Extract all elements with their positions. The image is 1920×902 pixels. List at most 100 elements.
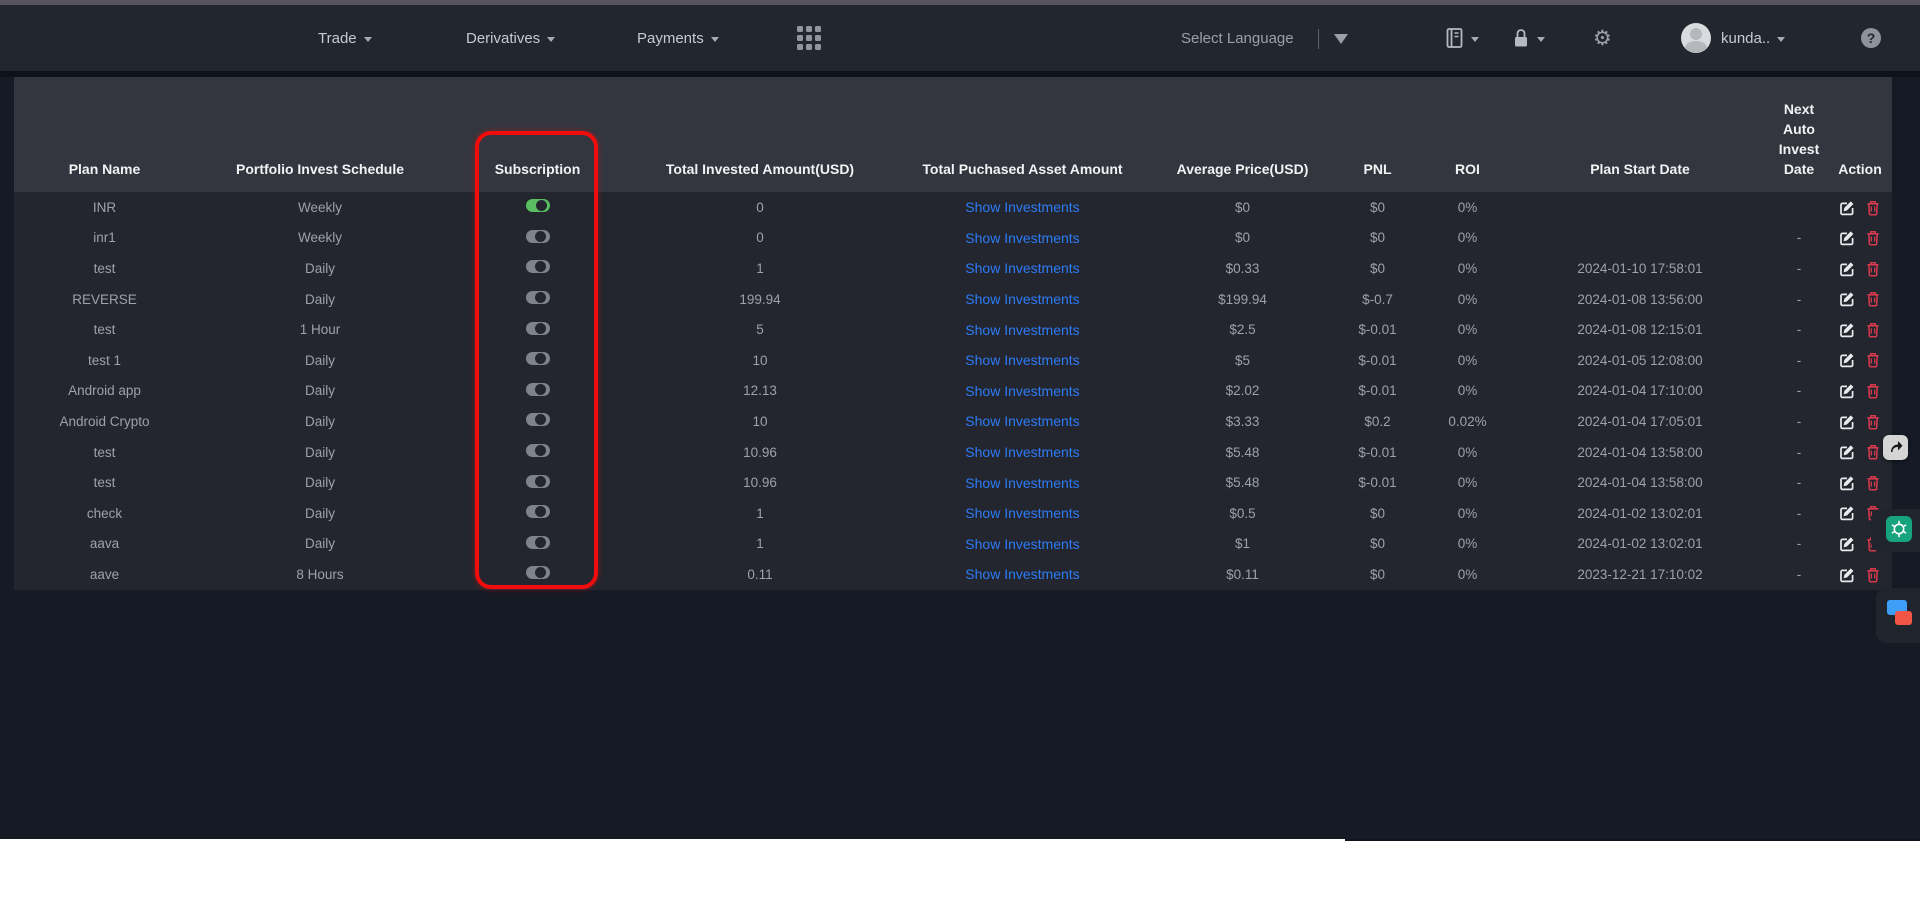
edit-icon[interactable] [1839, 536, 1855, 552]
apps-grid-icon[interactable] [797, 5, 821, 71]
chevron-down-icon [1777, 37, 1785, 46]
table-row: Android app Daily 12.13 Show Investments… [14, 376, 1892, 407]
roi-cell: 0% [1425, 437, 1510, 468]
delete-icon[interactable] [1865, 444, 1881, 460]
action-cell [1828, 376, 1892, 407]
show-investments-link[interactable]: Show Investments [965, 260, 1079, 276]
show-investments-link[interactable]: Show Investments [965, 475, 1079, 491]
edit-icon[interactable] [1839, 414, 1855, 430]
show-investments-link[interactable]: Show Investments [965, 291, 1079, 307]
show-investments-link[interactable]: Show Investments [965, 230, 1079, 246]
plan-start-date-cell: 2024-01-08 12:15:01 [1510, 314, 1770, 345]
subscription-toggle[interactable] [526, 383, 550, 396]
menu-trade[interactable]: Trade [318, 5, 372, 71]
lock-icon[interactable] [1512, 5, 1545, 71]
edit-icon[interactable] [1839, 352, 1855, 368]
show-investments-link[interactable]: Show Investments [965, 413, 1079, 429]
subscription-toggle[interactable] [526, 505, 550, 518]
edit-icon[interactable] [1839, 200, 1855, 216]
delete-icon[interactable] [1865, 230, 1881, 246]
plan-name-cell: test 1 [14, 345, 195, 376]
delete-icon[interactable] [1865, 200, 1881, 216]
subscription-toggle[interactable] [526, 199, 550, 212]
subscription-toggle[interactable] [526, 230, 550, 243]
schedule-cell: Daily [195, 253, 445, 284]
delete-icon[interactable] [1865, 475, 1881, 491]
chat-extension-button[interactable] [1876, 588, 1920, 643]
delete-icon[interactable] [1865, 322, 1881, 338]
subscription-toggle[interactable] [526, 536, 550, 549]
pnl-cell: $-0.01 [1330, 376, 1425, 407]
subscription-toggle[interactable] [526, 566, 550, 579]
table-row: REVERSE Daily 199.94 Show Investments $1… [14, 284, 1892, 315]
chatgpt-icon [1886, 516, 1912, 542]
edit-icon[interactable] [1839, 261, 1855, 277]
purchased-asset-cell: Show Investments [890, 437, 1155, 468]
plan-start-date-cell [1510, 223, 1770, 254]
table-header: Plan Name Portfolio Invest Schedule Subs… [14, 77, 1892, 192]
subscription-toggle[interactable] [526, 260, 550, 273]
gear-icon[interactable]: ⚙ [1593, 5, 1612, 71]
show-investments-link[interactable]: Show Investments [965, 444, 1079, 460]
edit-icon[interactable] [1839, 444, 1855, 460]
edit-icon[interactable] [1839, 322, 1855, 338]
delete-icon[interactable] [1865, 261, 1881, 277]
chatgpt-extension-button[interactable] [1871, 509, 1920, 552]
plan-name-cell: aave [14, 559, 195, 590]
show-investments-link[interactable]: Show Investments [965, 383, 1079, 399]
subscription-toggle[interactable] [526, 352, 550, 365]
edit-icon[interactable] [1839, 383, 1855, 399]
edit-icon[interactable] [1839, 505, 1855, 521]
show-investments-link[interactable]: Show Investments [965, 322, 1079, 338]
plan-start-date-cell: 2024-01-02 13:02:01 [1510, 529, 1770, 560]
orders-book-icon[interactable] [1445, 5, 1479, 71]
show-investments-link[interactable]: Show Investments [965, 566, 1079, 582]
action-cell [1828, 467, 1892, 498]
col-action: Action [1828, 77, 1892, 192]
divider [1318, 29, 1319, 49]
action-cell [1828, 253, 1892, 284]
show-investments-link[interactable]: Show Investments [965, 352, 1079, 368]
subscription-cell [445, 498, 630, 529]
edit-icon[interactable] [1839, 567, 1855, 583]
delete-icon[interactable] [1865, 291, 1881, 307]
next-auto-invest-cell: - [1770, 345, 1828, 376]
chevron-down-icon [1537, 37, 1545, 46]
invested-amount-cell: 10 [630, 345, 890, 376]
show-investments-link[interactable]: Show Investments [965, 199, 1079, 215]
delete-icon[interactable] [1865, 567, 1881, 583]
delete-icon[interactable] [1865, 414, 1881, 430]
show-investments-link[interactable]: Show Investments [965, 505, 1079, 521]
menu-trade-label: Trade [318, 30, 357, 47]
action-cell [1828, 345, 1892, 376]
top-navbar: Trade Derivatives Payments Select Langua… [0, 5, 1920, 71]
subscription-toggle[interactable] [526, 413, 550, 426]
show-investments-link[interactable]: Show Investments [965, 536, 1079, 552]
language-dropdown-icon[interactable] [1334, 34, 1348, 51]
select-language-label: Select Language [1181, 5, 1294, 71]
help-icon[interactable]: ? [1861, 5, 1881, 71]
subscription-toggle[interactable] [526, 444, 550, 457]
invested-amount-cell: 0 [630, 223, 890, 254]
subscription-cell [445, 559, 630, 590]
subscription-toggle[interactable] [526, 475, 550, 488]
subscription-toggle[interactable] [526, 322, 550, 335]
share-icon[interactable] [1883, 435, 1908, 460]
table-row: test 1 Hour 5 Show Investments $2.5 $-0.… [14, 314, 1892, 345]
chevron-down-icon [364, 37, 372, 46]
menu-payments[interactable]: Payments [637, 5, 719, 71]
subscription-toggle[interactable] [526, 291, 550, 304]
edit-icon[interactable] [1839, 475, 1855, 491]
next-auto-invest-cell: - [1770, 376, 1828, 407]
roi-cell: 0% [1425, 498, 1510, 529]
table-body: INR Weekly 0 Show Investments $0 $0 0% [14, 192, 1892, 590]
delete-icon[interactable] [1865, 352, 1881, 368]
next-auto-invest-cell: - [1770, 437, 1828, 468]
pnl-cell: $0 [1330, 253, 1425, 284]
delete-icon[interactable] [1865, 383, 1881, 399]
edit-icon[interactable] [1839, 230, 1855, 246]
plan-start-date-cell: 2024-01-04 13:58:00 [1510, 437, 1770, 468]
edit-icon[interactable] [1839, 291, 1855, 307]
menu-derivatives[interactable]: Derivatives [466, 5, 555, 71]
user-menu[interactable]: kunda.. [1681, 5, 1785, 71]
